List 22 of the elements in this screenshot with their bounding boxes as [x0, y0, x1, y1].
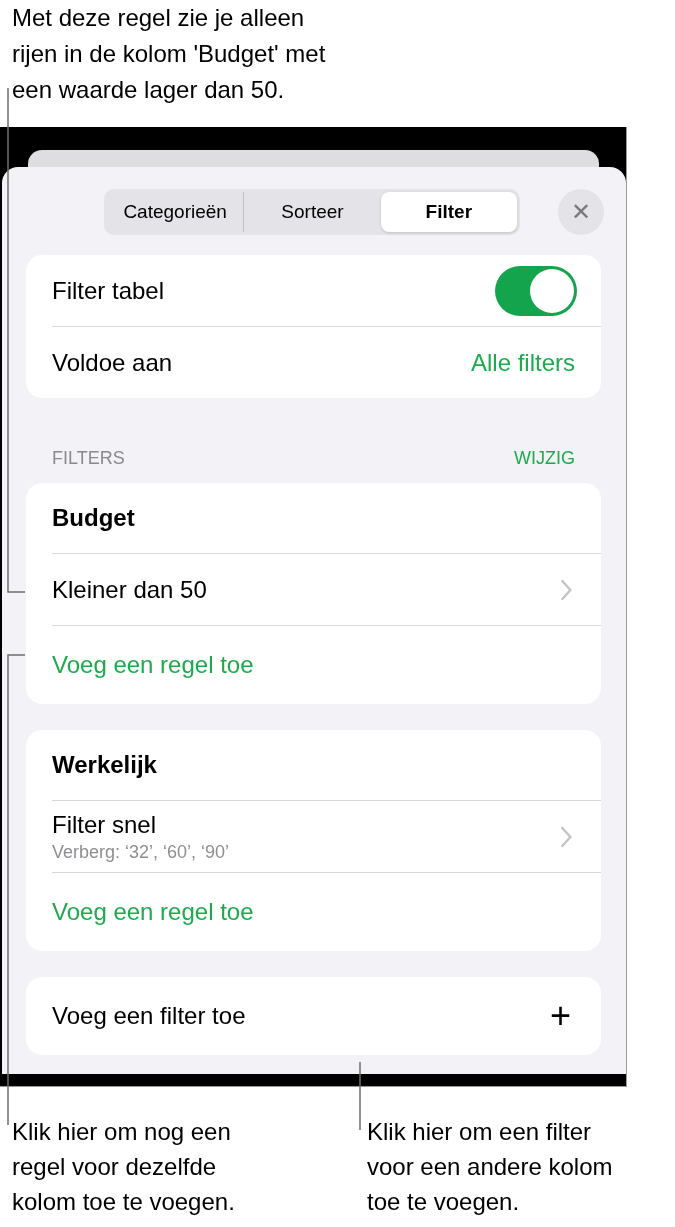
segment-tab[interactable]: Categorieën [107, 192, 244, 232]
segment-tab[interactable]: Sorteer [243, 192, 381, 232]
toggle-switch[interactable] [495, 265, 577, 316]
plus-icon: + [549, 995, 571, 1037]
rule-row[interactable]: Filter snel Verberg: ‘32’, ‘60’, ‘90’ [52, 800, 601, 872]
leader-line [359, 1061, 361, 1131]
callout-text: Klik hier om nog een regel voor dezelfde kolom toe te voegen. [12, 1117, 236, 1217]
chevron-icon [559, 824, 573, 849]
segment-tab[interactable]: Filter [380, 192, 517, 232]
callout-text: Klik hier om een filter voor een andere kolom toe te voegen. [367, 1117, 614, 1217]
row-label: Voldoe aan [52, 348, 173, 377]
row-label: Filter tabel [52, 276, 165, 305]
rule-detail: Verberg: ‘32’, ‘60’, ‘90’ [52, 841, 230, 863]
chevron-icon [559, 577, 573, 602]
callout-text: Met deze regel zie je alleen rijen in de kolom 'Budget' met een waarde lager dan 50. [11, 3, 327, 105]
rule-label: Kleiner dan 50 [52, 575, 207, 604]
add-filter-button[interactable]: Voeg een filter toe + [26, 977, 601, 1055]
column-name: Budget [52, 504, 135, 532]
rule-label: Filter snel [52, 810, 158, 839]
column-name: Werkelijk [52, 751, 157, 779]
rule-row[interactable]: Kleiner dan 50 [52, 553, 601, 625]
section-title: FILTERS [52, 448, 125, 469]
